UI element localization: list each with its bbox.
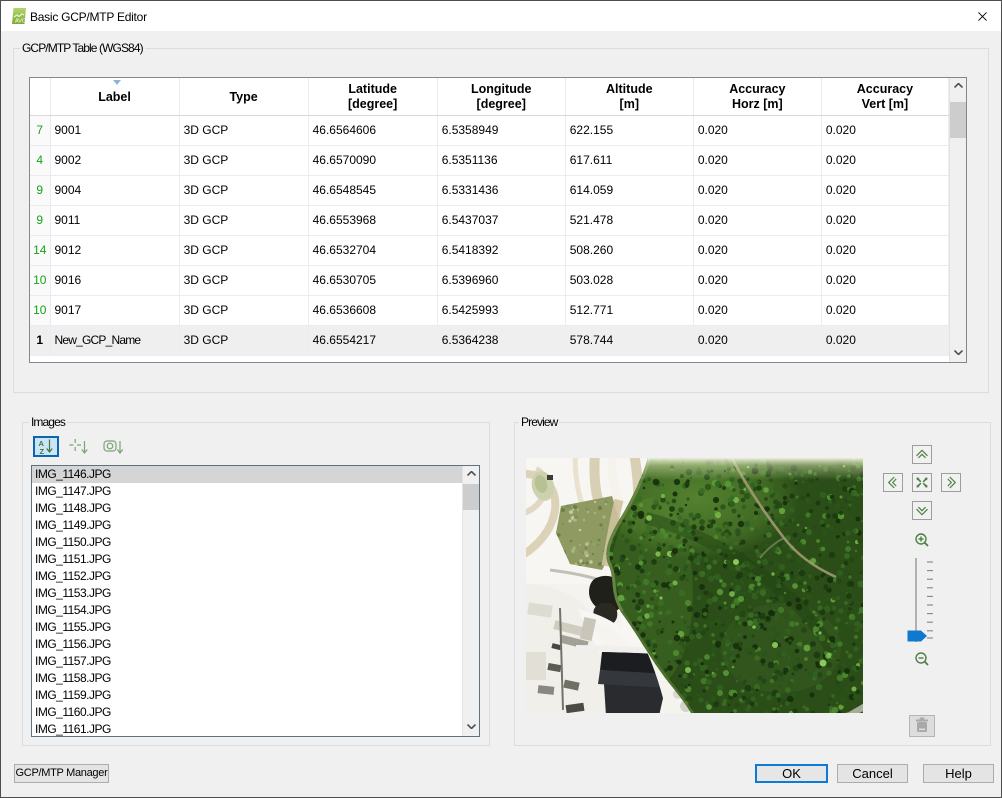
svg-text:Z: Z [40,447,45,455]
svg-text:AVC: AVC [15,19,26,25]
